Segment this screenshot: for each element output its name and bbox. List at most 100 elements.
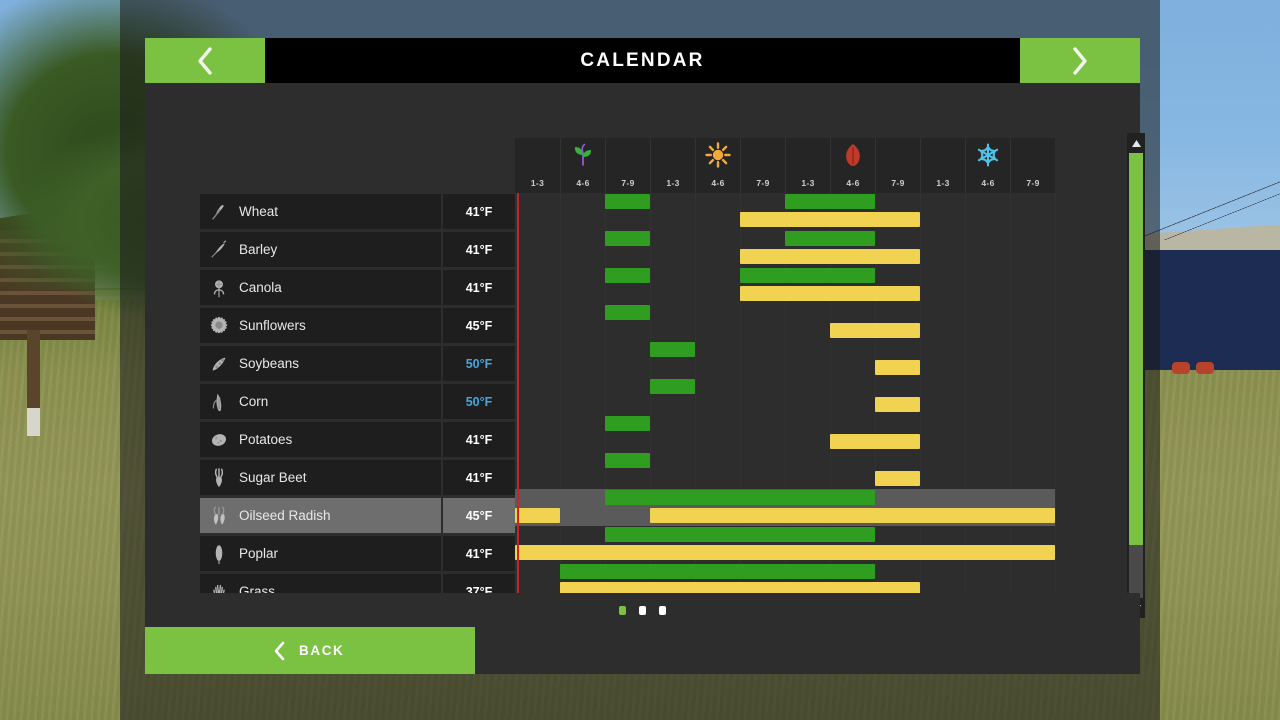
season-icon-wrapper bbox=[840, 142, 866, 173]
background-barn bbox=[1140, 250, 1280, 370]
crop-name-label: Wheat bbox=[239, 204, 279, 219]
calendar-dialog: CALENDAR 1-3 4-6 7-9 1-3 4-6 7-9 1-3 4-6 7-9 1-… bbox=[145, 38, 1145, 682]
crop-name-cell[interactable]: Poplar bbox=[200, 536, 441, 571]
crop-row[interactable]: Oilseed Radish 45°F bbox=[200, 497, 515, 534]
poplar-icon bbox=[215, 544, 223, 564]
season-header: 1-3 4-6 7-9 1-3 4-6 7-9 1-3 4-6 7-9 1-3 4-6 7-9 bbox=[515, 138, 1055, 193]
period-label: 4-6 bbox=[576, 178, 590, 188]
planting-season-bar bbox=[605, 416, 650, 431]
chart-row bbox=[515, 267, 1055, 304]
planting-season-bar bbox=[605, 527, 875, 542]
pagination-dot[interactable] bbox=[639, 605, 646, 615]
harvest-season-bar bbox=[740, 249, 920, 264]
period-label: 4-6 bbox=[846, 178, 860, 188]
crop-name-cell[interactable]: Soybeans bbox=[200, 346, 441, 381]
scrollbar-thumb[interactable] bbox=[1129, 153, 1143, 545]
planting-season-bar bbox=[785, 231, 875, 246]
sprout-icon bbox=[574, 143, 592, 166]
period-label: 7-9 bbox=[756, 178, 770, 188]
crop-name-cell[interactable]: Sunflowers bbox=[200, 308, 441, 343]
background-bale bbox=[1172, 362, 1190, 374]
planting-season-bar bbox=[605, 231, 650, 246]
radish-icon bbox=[213, 506, 225, 524]
background-post-base bbox=[27, 408, 40, 436]
harvest-season-bar bbox=[650, 508, 1055, 523]
crop-row[interactable]: Canola 41°F bbox=[200, 269, 515, 306]
crop-name-label: Soybeans bbox=[239, 356, 300, 371]
snowflake-icon bbox=[977, 143, 999, 167]
crop-row[interactable]: Sugar Beet 41°F bbox=[200, 459, 515, 496]
planting-season-bar bbox=[650, 379, 695, 394]
potato-icon bbox=[211, 433, 227, 446]
season-icon-wrapper bbox=[570, 142, 596, 173]
crop-name-cell[interactable]: Barley bbox=[200, 232, 441, 267]
harvest-season-bar bbox=[515, 545, 1055, 560]
harvest-season-bar bbox=[515, 508, 560, 523]
planting-season-bar bbox=[650, 342, 695, 357]
chart-row bbox=[515, 304, 1055, 341]
crop-name-cell[interactable]: Canola bbox=[200, 270, 441, 305]
crop-name-label: Sunflowers bbox=[239, 318, 306, 333]
harvest-season-bar bbox=[875, 471, 920, 486]
chevron-left-icon bbox=[198, 46, 212, 75]
planting-season-bar bbox=[605, 490, 875, 505]
background-post bbox=[27, 330, 40, 420]
period-column: 4-6 bbox=[965, 138, 1010, 193]
period-column: 7-9 bbox=[875, 138, 920, 193]
crop-row[interactable]: Poplar 41°F bbox=[200, 535, 515, 572]
period-column: 7-9 bbox=[605, 138, 650, 193]
crop-name-cell[interactable]: Sugar Beet bbox=[200, 460, 441, 495]
back-button-label: BACK bbox=[299, 643, 345, 658]
next-page-button[interactable] bbox=[1020, 38, 1140, 83]
vertical-scrollbar[interactable] bbox=[1127, 133, 1145, 618]
pagination-dots bbox=[145, 593, 1140, 627]
scrollbar-track[interactable] bbox=[1129, 153, 1143, 598]
back-button[interactable]: BACK bbox=[145, 627, 475, 674]
crop-name-cell[interactable]: Wheat bbox=[200, 194, 441, 229]
crop-row[interactable]: Potatoes 41°F bbox=[200, 421, 515, 458]
period-column: 1-3 bbox=[785, 138, 830, 193]
period-column: 7-9 bbox=[1010, 138, 1055, 193]
planting-season-bar bbox=[740, 268, 875, 283]
period-label: 1-3 bbox=[801, 178, 815, 188]
harvest-season-bar bbox=[875, 397, 920, 412]
chevron-left-icon bbox=[274, 641, 285, 660]
crop-row[interactable]: Wheat 41°F bbox=[200, 193, 515, 230]
season-icon-wrapper bbox=[975, 142, 1001, 173]
planting-season-bar bbox=[605, 268, 650, 283]
crop-row[interactable]: Sunflowers 45°F bbox=[200, 307, 515, 344]
period-label: 7-9 bbox=[621, 178, 635, 188]
chart-row bbox=[515, 526, 1055, 563]
crop-name-cell[interactable]: Potatoes bbox=[200, 422, 441, 457]
background-bale bbox=[1196, 362, 1214, 374]
crop-name-label: Poplar bbox=[239, 546, 279, 561]
period-label: 4-6 bbox=[981, 178, 995, 188]
crop-name-cell[interactable]: Corn bbox=[200, 384, 441, 419]
sunflower-icon bbox=[210, 316, 228, 333]
pagination-dot[interactable] bbox=[619, 605, 626, 615]
crop-name-cell[interactable]: Oilseed Radish bbox=[200, 498, 441, 533]
pagination-dot[interactable] bbox=[659, 605, 666, 615]
leaf-icon bbox=[846, 144, 860, 166]
harvest-season-bar bbox=[875, 360, 920, 375]
planting-season-bar bbox=[785, 194, 875, 209]
crop-min-temperature: 41°F bbox=[443, 460, 515, 495]
crop-row[interactable]: Soybeans 50°F bbox=[200, 345, 515, 382]
previous-page-button[interactable] bbox=[145, 38, 265, 83]
dialog-footer: BACK bbox=[145, 627, 1140, 674]
crop-min-temperature: 45°F bbox=[443, 498, 515, 533]
scroll-up-button[interactable] bbox=[1127, 133, 1145, 153]
crop-row[interactable]: Corn 50°F bbox=[200, 383, 515, 420]
period-label: 4-6 bbox=[711, 178, 725, 188]
crop-min-temperature: 50°F bbox=[443, 384, 515, 419]
canola-icon bbox=[213, 279, 225, 297]
crop-row[interactable]: Barley 41°F bbox=[200, 231, 515, 268]
chart-row bbox=[515, 415, 1055, 452]
chart-gridline bbox=[1055, 193, 1056, 605]
chart-row bbox=[515, 378, 1055, 415]
dialog-body: 1-3 4-6 7-9 1-3 4-6 7-9 1-3 4-6 7-9 1-3 4-6 7-9 W… bbox=[145, 83, 1145, 639]
wheat-icon bbox=[212, 204, 225, 220]
crop-name-label: Oilseed Radish bbox=[239, 508, 331, 523]
planting-season-bar bbox=[605, 453, 650, 468]
harvest-season-bar bbox=[740, 286, 920, 301]
